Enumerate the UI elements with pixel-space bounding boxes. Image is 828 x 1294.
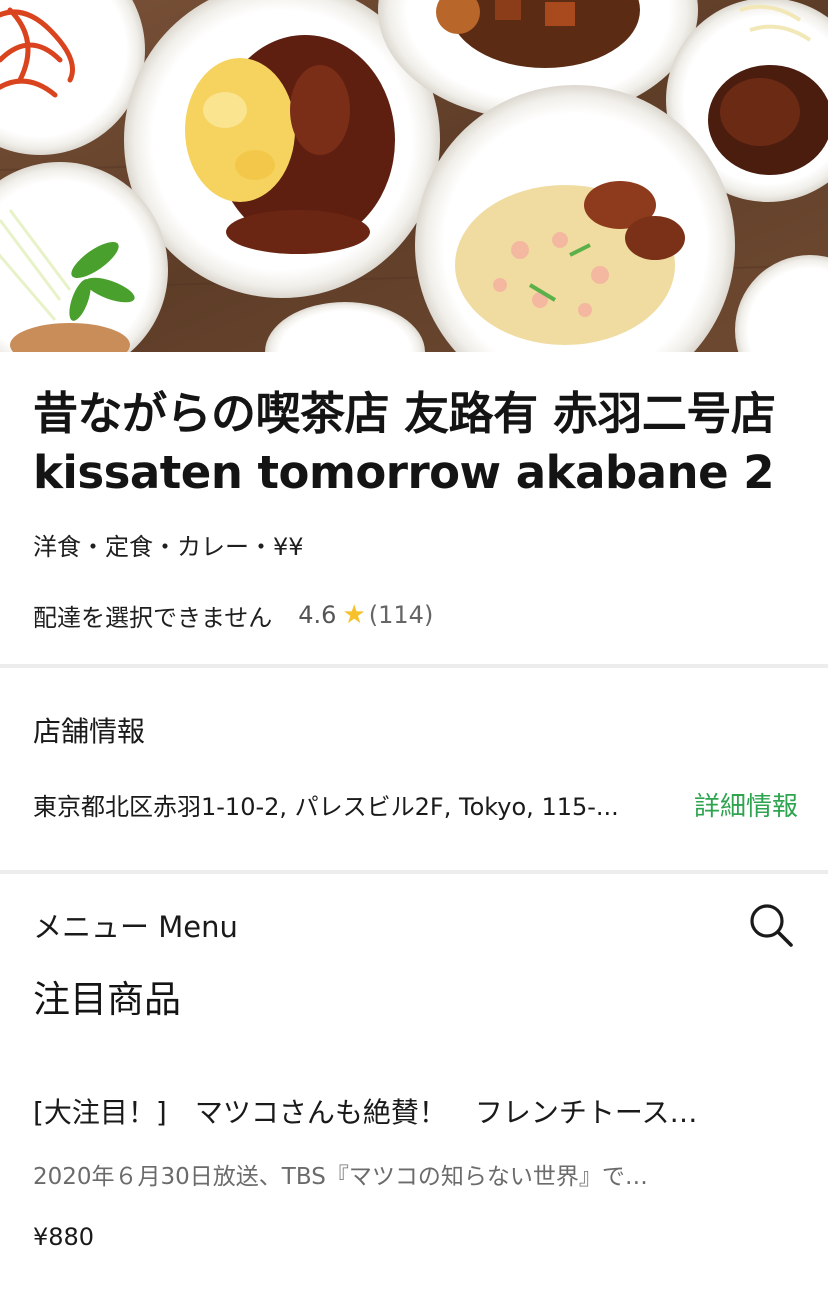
store-status-row: 配達を選択できません 4.6 ★ (114) (33, 597, 433, 633)
rating-value: 4.6 (298, 601, 337, 629)
rating: 4.6 ★ (114) (298, 601, 433, 629)
hero-image (0, 0, 828, 352)
menu-title: メニュー Menu (33, 910, 238, 944)
featured-heading: 注目商品 (33, 978, 181, 1021)
section-divider (0, 664, 828, 668)
store-address: 東京都北区赤羽1-10-2, パレスビル2F, Tokyo, 115-... (33, 792, 619, 821)
details-link[interactable]: 詳細情報 (694, 786, 798, 823)
section-divider (0, 870, 828, 874)
menu-header: メニュー Menu (33, 898, 795, 952)
store-info-heading: 店舗情報 (33, 715, 146, 748)
star-icon: ★ (342, 600, 366, 630)
menu-item-name: [大注目！] マツコさんも絶賛！ フレンチトース… (33, 1096, 698, 1129)
menu-item-description: 2020年６月30日放送、TBS『マツコの知らない世界』で… (33, 1164, 648, 1190)
store-title: 昔ながらの喫茶店 友路有 赤羽二号店 kissaten tomorrow aka… (33, 387, 776, 499)
delivery-status: 配達を選択できません (33, 603, 273, 632)
search-icon (750, 904, 793, 947)
address-row: 東京都北区赤羽1-10-2, パレスビル2F, Tokyo, 115-... 詳… (33, 784, 798, 824)
store-categories: 洋食・定食・カレー・¥¥ (33, 533, 304, 561)
search-button[interactable] (747, 901, 795, 949)
review-count: (114) (368, 601, 434, 629)
menu-item[interactable]: [大注目！] マツコさんも絶賛！ フレンチトース… 2020年６月30日放送、T… (33, 1090, 795, 1254)
menu-item-price: ¥880 (33, 1223, 95, 1251)
